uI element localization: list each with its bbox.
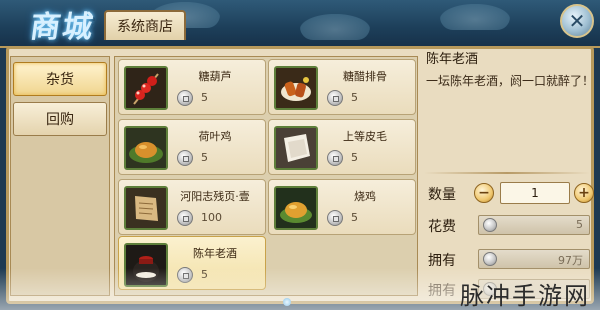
- item-price: 5: [351, 211, 358, 224]
- owned-field: 97万: [478, 249, 590, 269]
- cost-field: 5: [478, 215, 590, 235]
- silver-coin-icon: [483, 218, 497, 232]
- minus-icon: −: [478, 185, 490, 201]
- shop-item-selected[interactable]: 陈年老酒 5: [118, 236, 266, 290]
- divider: [424, 172, 590, 174]
- silver-coin-icon: [483, 282, 497, 296]
- owned-value: 97万: [558, 254, 583, 267]
- item-name: 河阳志残页·壹: [180, 190, 250, 203]
- cloud-decoration: [300, 14, 370, 40]
- item-price: 5: [201, 268, 208, 281]
- item-name: 烧鸡: [354, 190, 376, 203]
- fur-pelt-icon: [274, 126, 318, 170]
- item-name: 糖葫芦: [198, 70, 232, 83]
- cost-value: 5: [576, 218, 583, 231]
- increase-quantity-button[interactable]: +: [574, 183, 594, 203]
- item-price: 5: [351, 91, 358, 104]
- detail-item-name: 陈年老酒: [426, 52, 479, 67]
- owned-field-secondary: [478, 279, 590, 299]
- candied-haws-icon: [124, 66, 168, 110]
- detail-item-description: 一坛陈年老酒，阏一口就醉了！: [426, 74, 595, 88]
- shop-item[interactable]: 河阳志残页·壹 100: [118, 179, 266, 235]
- shop-item[interactable]: 烧鸡 5: [268, 179, 416, 235]
- item-name: 陈年老酒: [193, 247, 237, 260]
- owned-label: 拥有: [428, 253, 456, 269]
- silver-coin-icon: [327, 90, 343, 106]
- item-price: 5: [351, 151, 358, 164]
- close-button[interactable]: ✕: [560, 4, 594, 38]
- shop-item[interactable]: 上等皮毛 5: [268, 119, 416, 175]
- quantity-input[interactable]: 1: [500, 182, 570, 204]
- cloud-decoration: [440, 4, 510, 30]
- silver-coin-icon: [177, 90, 193, 106]
- lotus-chicken-icon: [124, 126, 168, 170]
- silver-coin-icon: [177, 210, 193, 226]
- shop-logo-text: 商城: [28, 10, 97, 45]
- item-name: 上等皮毛: [343, 130, 387, 143]
- shop-item[interactable]: 糖葫芦 5: [118, 59, 266, 115]
- close-icon: ✕: [568, 9, 586, 33]
- item-price: 5: [201, 91, 208, 104]
- page-indicator: [283, 298, 291, 306]
- owned-label-secondary: 拥有: [428, 283, 456, 299]
- shop-logo: 商城: [18, 0, 108, 48]
- sidebar-item-buyback[interactable]: 回购: [13, 102, 107, 136]
- silver-coin-icon: [327, 150, 343, 166]
- decrease-quantity-button[interactable]: −: [474, 183, 494, 203]
- quantity-label: 数量: [428, 187, 456, 203]
- wine-jar-icon: [124, 243, 168, 287]
- silver-coin-icon: [177, 267, 193, 283]
- item-name: 糖醋排骨: [343, 70, 387, 83]
- scroll-page-icon: [124, 186, 168, 230]
- sidebar-item-groceries[interactable]: 杂货: [13, 62, 107, 96]
- silver-coin-icon: [177, 150, 193, 166]
- shop-item[interactable]: 荷叶鸡 5: [118, 119, 266, 175]
- item-price: 5: [201, 151, 208, 164]
- item-price: 100: [201, 211, 222, 224]
- tab-system-shop[interactable]: 系统商店: [104, 10, 186, 40]
- silver-coin-icon: [327, 210, 343, 226]
- item-name: 荷叶鸡: [198, 130, 232, 143]
- spare-ribs-icon: [274, 66, 318, 110]
- plus-icon: +: [578, 185, 590, 201]
- shop-item[interactable]: 糖醋排骨 5: [268, 59, 416, 115]
- silver-coin-icon: [483, 252, 497, 266]
- cost-label: 花费: [428, 219, 456, 235]
- roast-chicken-icon: [274, 186, 318, 230]
